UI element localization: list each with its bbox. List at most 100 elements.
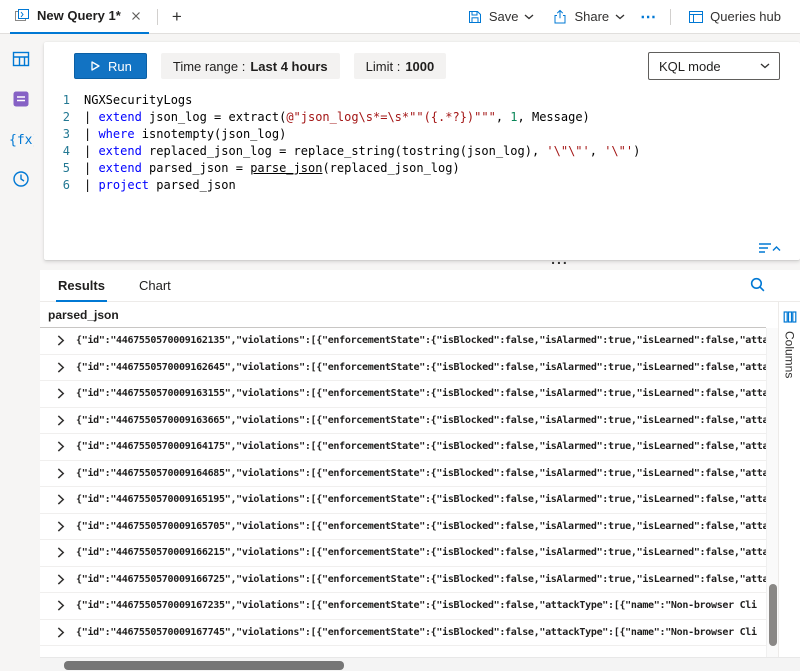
row-json-text: {"id":"4467550570009164175","violations"… xyxy=(76,441,766,452)
queries-hub-icon xyxy=(688,9,704,25)
editor-code[interactable]: NGXSecurityLogs| extend json_log = extra… xyxy=(70,92,800,194)
row-json-text: {"id":"4467550570009166215","violations"… xyxy=(76,547,766,558)
table-row[interactable]: {"id":"4467550570009164175","violations"… xyxy=(40,434,766,461)
query-editor[interactable]: 123456 NGXSecurityLogs| extend json_log … xyxy=(44,92,800,194)
table-row[interactable]: {"id":"4467550570009163155","violations"… xyxy=(40,381,766,408)
table-row[interactable]: {"id":"4467550570009165705","violations"… xyxy=(40,514,766,541)
code-line[interactable]: NGXSecurityLogs xyxy=(84,92,800,109)
share-label: Share xyxy=(574,9,609,24)
close-tab-icon[interactable] xyxy=(131,11,141,21)
share-icon xyxy=(552,9,568,25)
more-button[interactable]: ⋯ xyxy=(634,3,662,31)
row-json-text: {"id":"4467550570009162135","violations"… xyxy=(76,335,766,346)
horizontal-scrollbar[interactable] xyxy=(40,657,800,671)
collapse-editor-button[interactable] xyxy=(758,241,782,255)
expand-row-chevron-icon[interactable] xyxy=(54,467,72,480)
code-line[interactable]: | project parsed_json xyxy=(84,177,800,194)
rail-samples-button[interactable] xyxy=(6,86,36,112)
run-label: Run xyxy=(108,59,132,74)
horizontal-scrollbar-thumb[interactable] xyxy=(64,661,344,670)
table-row[interactable]: {"id":"4467550570009167745","violations"… xyxy=(40,620,766,647)
chevron-down-icon xyxy=(524,14,534,20)
tab-chart[interactable]: Chart xyxy=(137,278,173,301)
table-row[interactable]: {"id":"4467550570009162645","violations"… xyxy=(40,355,766,382)
tab-results-label: Results xyxy=(58,278,105,293)
code-line[interactable]: | extend replaced_json_log = replace_str… xyxy=(84,143,800,160)
columns-pane-tab[interactable]: Columns xyxy=(778,302,800,657)
table-row[interactable]: {"id":"4467550570009162135","violations"… xyxy=(40,328,766,355)
expand-row-chevron-icon[interactable] xyxy=(54,387,72,400)
row-json-text: {"id":"4467550570009162645","violations"… xyxy=(76,362,766,373)
column-header-parsed-json[interactable]: parsed_json xyxy=(48,308,119,322)
code-line[interactable]: | where isnotempty(json_log) xyxy=(84,126,800,143)
vertical-scrollbar[interactable] xyxy=(766,328,778,657)
row-json-text: {"id":"4467550570009163155","violations"… xyxy=(76,388,766,399)
expand-row-chevron-icon[interactable] xyxy=(54,546,72,559)
share-button[interactable]: Share xyxy=(543,5,634,29)
code-line[interactable]: | extend json_log = extract(@"json_log\s… xyxy=(84,109,800,126)
vertical-scrollbar-thumb[interactable] xyxy=(769,584,777,646)
run-button[interactable]: Run xyxy=(74,53,147,79)
row-json-text: {"id":"4467550570009165195","violations"… xyxy=(76,494,766,505)
sample-db-icon xyxy=(11,89,31,109)
expand-row-chevron-icon[interactable] xyxy=(54,520,72,533)
ellipsis-icon: ⋯ xyxy=(640,7,656,27)
queries-hub-button[interactable]: Queries hub xyxy=(679,5,790,29)
columns-pane-label: Columns xyxy=(783,331,797,378)
grid-table-icon xyxy=(11,49,31,69)
top-bar: New Query 1* + Save Share ⋯ xyxy=(0,0,800,34)
line-number: 6 xyxy=(44,177,70,194)
table-row[interactable]: {"id":"4467550570009164685","violations"… xyxy=(40,461,766,488)
row-json-text: {"id":"4467550570009167745","violations"… xyxy=(76,627,766,638)
time-range-label: Time range : xyxy=(173,59,246,74)
results-body: {"id":"4467550570009162135","violations"… xyxy=(40,328,766,657)
results-tabs: Results Chart xyxy=(40,270,800,302)
kql-mode-value: KQL mode xyxy=(659,59,721,74)
tab-title: New Query 1* xyxy=(37,8,121,23)
tab-results[interactable]: Results xyxy=(56,278,107,301)
row-json-text: {"id":"4467550570009163665","violations"… xyxy=(76,415,766,426)
rail-history-button[interactable] xyxy=(6,166,36,192)
tab-chart-label: Chart xyxy=(139,278,171,293)
expand-row-chevron-icon[interactable] xyxy=(54,334,72,347)
rail-functions-button[interactable]: {fx} xyxy=(6,126,36,152)
columns-icon xyxy=(783,310,797,324)
kql-mode-select[interactable]: KQL mode xyxy=(648,52,780,80)
save-button[interactable]: Save xyxy=(458,5,544,29)
expand-row-chevron-icon[interactable] xyxy=(54,440,72,453)
table-row[interactable]: {"id":"4467550570009166725","violations"… xyxy=(40,567,766,594)
panel-splitter[interactable]: ... xyxy=(520,252,600,266)
line-number: 5 xyxy=(44,160,70,177)
query-tab[interactable]: New Query 1* xyxy=(10,0,149,34)
time-range-picker[interactable]: Time range : Last 4 hours xyxy=(161,53,340,79)
table-row[interactable]: {"id":"4467550570009166215","violations"… xyxy=(40,540,766,567)
expand-row-chevron-icon[interactable] xyxy=(54,573,72,586)
line-number: 3 xyxy=(44,126,70,143)
line-number: 1 xyxy=(44,92,70,109)
limit-picker[interactable]: Limit : 1000 xyxy=(354,53,447,79)
expand-row-chevron-icon[interactable] xyxy=(54,599,72,612)
time-range-value: Last 4 hours xyxy=(250,59,327,74)
divider xyxy=(157,9,158,25)
line-number: 2 xyxy=(44,109,70,126)
plus-icon: + xyxy=(172,7,182,26)
search-button[interactable] xyxy=(749,276,766,293)
expand-row-chevron-icon[interactable] xyxy=(54,414,72,427)
queries-hub-label: Queries hub xyxy=(710,9,781,24)
row-json-text: {"id":"4467550570009165705","violations"… xyxy=(76,521,766,532)
table-row[interactable]: {"id":"4467550570009163665","violations"… xyxy=(40,408,766,435)
table-row[interactable]: {"id":"4467550570009167235","violations"… xyxy=(40,593,766,620)
table-row[interactable]: {"id":"4467550570009165195","violations"… xyxy=(40,487,766,514)
column-header-row: parsed_json xyxy=(40,302,766,328)
expand-row-chevron-icon[interactable] xyxy=(54,626,72,639)
expand-row-chevron-icon[interactable] xyxy=(54,493,72,506)
save-icon xyxy=(467,9,483,25)
new-tab-button[interactable]: + xyxy=(166,6,188,28)
row-json-text: {"id":"4467550570009164685","violations"… xyxy=(76,468,766,479)
row-json-text: {"id":"4467550570009166725","violations"… xyxy=(76,574,766,585)
rail-explorer-button[interactable] xyxy=(6,46,36,72)
play-icon xyxy=(89,60,101,72)
code-line[interactable]: | extend parsed_json = parse_json(replac… xyxy=(84,160,800,177)
expand-row-chevron-icon[interactable] xyxy=(54,361,72,374)
svg-text:{fx}: {fx} xyxy=(9,133,34,148)
